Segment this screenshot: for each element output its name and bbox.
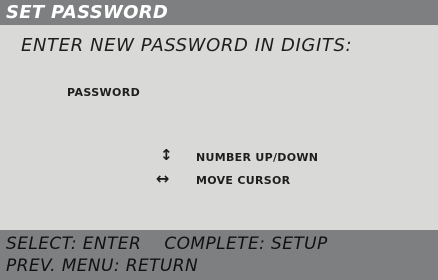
left-right-arrows-icon: ↔ — [156, 169, 170, 188]
title-bar: SET PASSWORD — [0, 0, 438, 25]
key-guide-prev-menu: PREV. MENU: RETURN — [6, 256, 199, 276]
password-prompt: ENTER NEW PASSWORD IN DIGITS: — [21, 35, 353, 56]
hint-move-cursor: MOVE CURSOR — [196, 174, 291, 187]
up-down-arrows-icon: ↕ — [160, 146, 173, 164]
key-guide-bar: SELECT: ENTER COMPLETE: SETUP PREV. MENU… — [0, 230, 438, 280]
menu-title: SET PASSWORD — [6, 2, 169, 23]
hint-number-up-down: NUMBER UP/DOWN — [196, 151, 319, 164]
password-field-label: PASSWORD — [67, 86, 141, 99]
osd-menu-screen: SET PASSWORD ENTER NEW PASSWORD IN DIGIT… — [0, 0, 438, 280]
key-guide-select-complete: SELECT: ENTER COMPLETE: SETUP — [6, 234, 328, 254]
